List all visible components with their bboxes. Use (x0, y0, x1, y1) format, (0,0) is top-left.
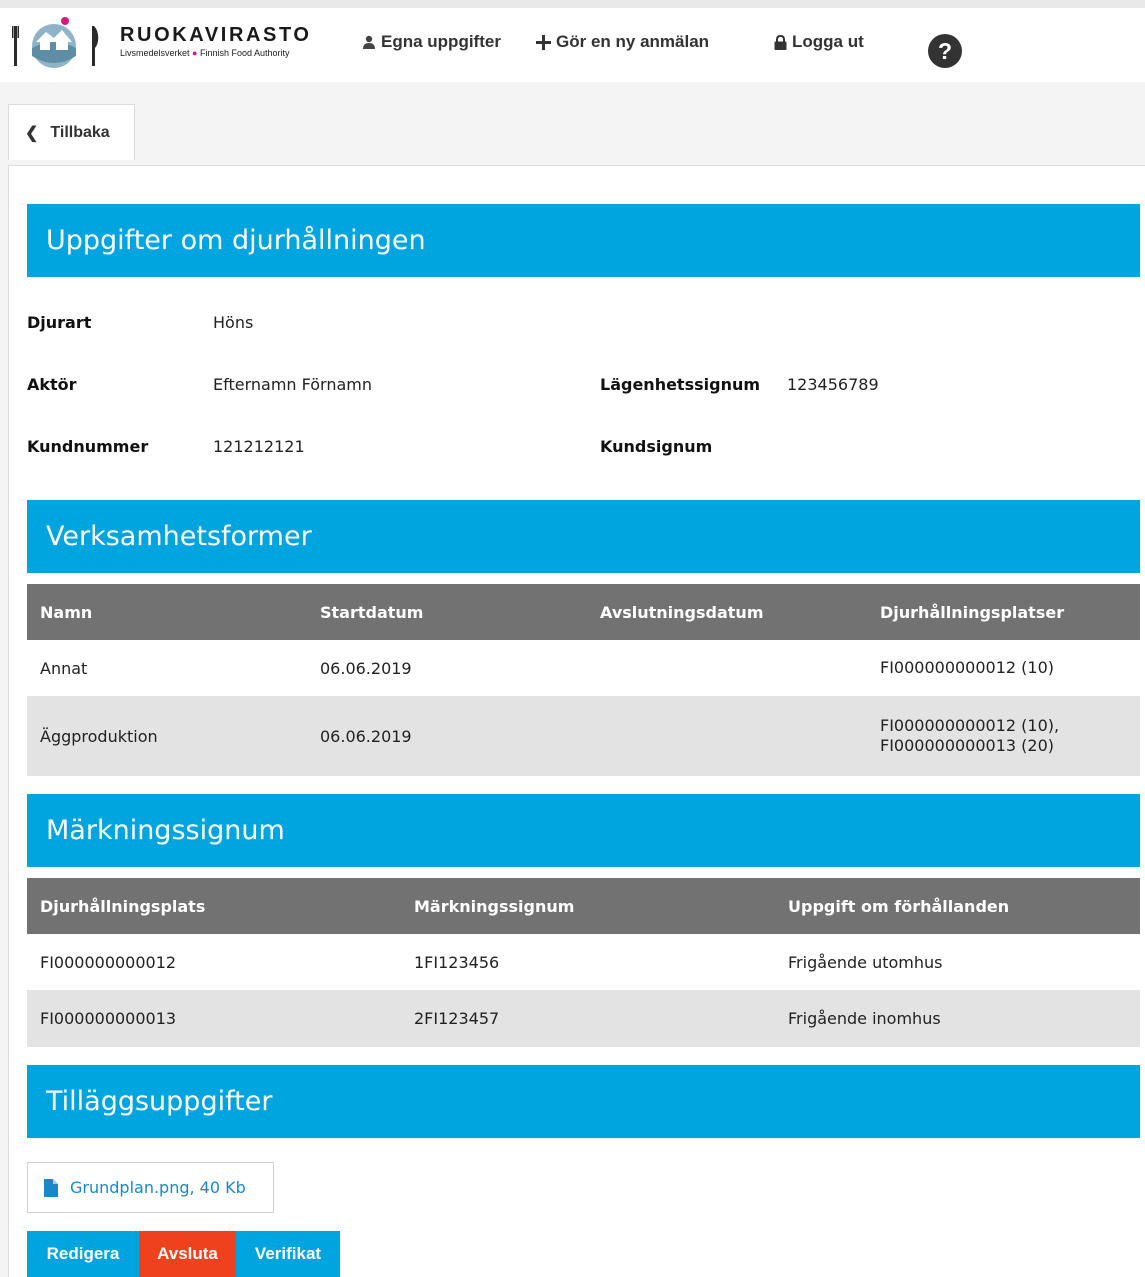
back-label: Tillbaka (50, 123, 110, 141)
activity-places: FI000000000012 (10), FI000000000013 (20) (867, 716, 1140, 756)
table-row: Äggproduktion 06.06.2019 FI000000000012 … (27, 696, 1140, 776)
section-extra-info: Tilläggsuppgifter (27, 1065, 1140, 1138)
customer-number-label: Kundnummer (27, 437, 149, 456)
attachment-label: Grundplan.png, 40 Kb (70, 1178, 246, 1197)
brand-dot: ● (192, 48, 198, 58)
marking-place: FI000000000012 (40, 952, 177, 972)
markings-table: Djurhållningsplats Märkningssignum Uppgi… (27, 878, 1140, 1047)
col-conditions: Uppgift om förhållanden (788, 896, 1010, 916)
end-button[interactable]: Avsluta (139, 1231, 236, 1277)
activity-name: Annat (40, 658, 88, 678)
help-icon[interactable]: ? (928, 34, 962, 68)
farm-id-value: 123456789 (787, 375, 879, 394)
activity-place-line: FI000000000012 (10), (880, 716, 1060, 735)
activity-places: FI000000000012 (10) (867, 658, 1140, 678)
marking-place: FI000000000013 (40, 1009, 177, 1028)
brand-sub-left: Livsmedelsverket (120, 48, 190, 58)
logo[interactable] (10, 12, 100, 70)
marking-conditions: Frigående utomhus (788, 952, 943, 972)
operator-label: Aktör (27, 375, 77, 394)
table-row: FI000000000012 1FI123456 Frigående utomh… (27, 934, 1140, 990)
section-markings: Märkningssignum (27, 794, 1140, 867)
nav-profile-link[interactable]: Egna uppgifter (362, 32, 501, 52)
nav-logout-link[interactable]: Logga ut (774, 32, 864, 52)
section-activities: Verksamhetsformer (27, 500, 1140, 573)
markings-table-header: Djurhållningsplats Märkningssignum Uppgi… (27, 878, 1140, 934)
species-label: Djurart (27, 313, 92, 332)
species-value: Höns (213, 313, 254, 332)
activity-start: 06.06.2019 (320, 658, 412, 678)
col-places: Djurhållningsplatser (880, 602, 1065, 622)
receipt-button[interactable]: Verifikat (236, 1231, 340, 1277)
attachment-link[interactable]: Grundplan.png, 40 Kb (27, 1162, 274, 1213)
col-start-date: Startdatum (320, 602, 424, 622)
activity-name: Äggproduktion (40, 726, 158, 746)
file-icon (44, 1178, 58, 1197)
marking-code: 1FI123456 (414, 952, 500, 972)
activity-place-line: FI000000000012 (10) (880, 658, 1055, 677)
marking-code: 2FI123457 (414, 1009, 500, 1028)
plus-icon (536, 34, 551, 50)
col-place: Djurhållningsplats (40, 896, 206, 916)
back-button[interactable]: ❮ Tillbaka (8, 104, 135, 160)
table-row: Annat 06.06.2019 FI000000000012 (10) (27, 640, 1140, 696)
chevron-left-icon: ❮ (25, 124, 39, 142)
lock-icon (774, 34, 787, 50)
activities-table: Namn Startdatum Avslutningsdatum Djurhål… (27, 584, 1140, 776)
section-animal-keeping: Uppgifter om djurhållningen (27, 204, 1140, 277)
nav-logout-label: Logga ut (792, 32, 864, 51)
col-marking: Märkningssignum (414, 896, 575, 916)
activities-table-header: Namn Startdatum Avslutningsdatum Djurhål… (27, 584, 1140, 640)
section-markings-title: Märkningssignum (46, 815, 285, 846)
marking-conditions: Frigående inomhus (788, 1009, 941, 1028)
customer-id-label: Kundsignum (600, 437, 713, 456)
brand-name: RUOKAVIRASTO (120, 24, 312, 46)
nav-new-report-link[interactable]: Gör en ny anmälan (536, 32, 709, 52)
section-activities-title: Verksamhetsformer (46, 521, 312, 552)
operator-value: Efternamn Förnamn (213, 375, 373, 394)
col-name: Namn (40, 602, 93, 622)
edit-button[interactable]: Redigera (27, 1231, 139, 1277)
activity-start: 06.06.2019 (320, 726, 412, 746)
brand: RUOKAVIRASTO Livsmedelsverket ● Finnish … (120, 24, 312, 58)
nav-profile-label: Egna uppgifter (381, 32, 501, 51)
nav-new-report-label: Gör en ny anmälan (556, 32, 710, 51)
farm-id-label: Lägenhetssignum (600, 375, 761, 394)
brand-sub-right: Finnish Food Authority (200, 48, 290, 58)
brand-subtitle: Livsmedelsverket ● Finnish Food Authorit… (120, 48, 312, 58)
user-icon (363, 35, 375, 49)
top-header: RUOKAVIRASTO Livsmedelsverket ● Finnish … (0, 0, 1145, 82)
customer-number-value: 121212121 (213, 437, 305, 456)
section-animal-keeping-title: Uppgifter om djurhållningen (46, 225, 426, 256)
activity-place-line: FI000000000013 (20) (880, 736, 1055, 755)
section-extra-info-title: Tilläggsuppgifter (46, 1086, 273, 1117)
col-end-date: Avslutningsdatum (600, 602, 764, 622)
table-row: FI000000000013 2FI123457 Frigående inomh… (27, 990, 1140, 1047)
